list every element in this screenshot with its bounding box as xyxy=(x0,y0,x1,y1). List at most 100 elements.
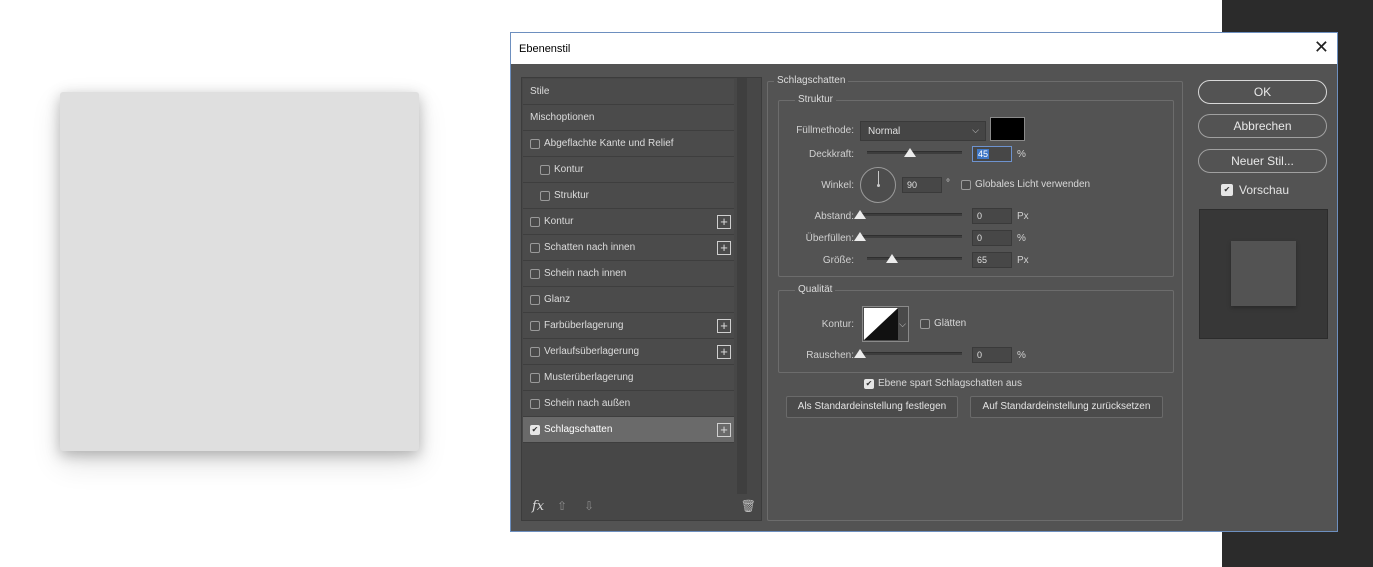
style-item-checkbox[interactable] xyxy=(540,190,550,201)
antialias-checkbox[interactable] xyxy=(920,318,930,329)
style-item-checkbox[interactable] xyxy=(530,294,540,305)
reset-default-button[interactable]: Auf Standardeinstellung zurücksetzen xyxy=(970,396,1163,418)
shadow-color-swatch[interactable] xyxy=(990,117,1025,141)
fx-icon[interactable]: fx xyxy=(532,499,544,514)
angle-dial[interactable] xyxy=(860,167,896,203)
style-item-checkbox[interactable]: ✔ xyxy=(530,424,540,435)
style-item-checkbox[interactable] xyxy=(530,242,540,253)
spread-value: 0 xyxy=(977,233,983,243)
style-item[interactable]: Farbüberlagerung + xyxy=(523,313,734,339)
opacity-value: 45 xyxy=(977,149,990,159)
trash-icon[interactable]: 🗑 xyxy=(741,499,756,513)
ok-button[interactable]: OK xyxy=(1198,80,1327,104)
make-default-button[interactable]: Als Standardeinstellung festlegen xyxy=(786,396,958,418)
size-slider[interactable] xyxy=(867,254,962,264)
style-item-label: Glanz xyxy=(544,294,571,305)
style-item[interactable]: Schein nach innen xyxy=(523,261,734,287)
style-item-label: Kontur xyxy=(544,216,574,227)
style-item-label: Verlaufsüberlagerung xyxy=(544,346,640,357)
style-item[interactable]: Stile xyxy=(523,79,734,105)
add-instance-icon[interactable]: + xyxy=(717,215,731,229)
distance-slider-thumb[interactable] xyxy=(854,210,866,219)
style-item-checkbox[interactable] xyxy=(540,164,550,175)
style-item-label: Schein nach innen xyxy=(544,268,627,279)
spread-slider-track xyxy=(860,235,962,238)
quality-title: Qualität xyxy=(795,284,836,295)
style-item-checkbox[interactable] xyxy=(530,346,540,357)
style-item[interactable]: ✔ Schlagschatten + xyxy=(523,417,734,443)
style-item-checkbox[interactable] xyxy=(530,216,540,227)
size-input[interactable]: 65 xyxy=(972,252,1012,268)
knockout-label: Ebene spart Schlagschatten aus xyxy=(878,378,1022,389)
style-item-label: Struktur xyxy=(554,190,590,201)
style-item[interactable]: Mischoptionen xyxy=(523,105,734,131)
style-item[interactable]: Verlaufsüberlagerung + xyxy=(523,339,734,365)
global-light-checkbox[interactable] xyxy=(961,179,971,190)
opacity-slider[interactable] xyxy=(867,148,962,158)
new-style-button[interactable]: Neuer Stil... xyxy=(1198,149,1327,173)
style-item[interactable]: Musterüberlagerung xyxy=(523,365,734,391)
structure-title: Struktur xyxy=(795,94,837,105)
noise-input[interactable]: 0 xyxy=(972,347,1012,363)
styles-list-scrollbar[interactable] xyxy=(737,78,747,494)
style-item-checkbox[interactable] xyxy=(530,268,540,279)
angle-input[interactable]: 90 xyxy=(902,177,942,193)
distance-unit: Px xyxy=(1017,211,1029,222)
antialias-option[interactable]: Glätten xyxy=(920,318,966,329)
noise-slider[interactable] xyxy=(854,349,962,359)
style-item-checkbox[interactable] xyxy=(530,320,540,331)
dialog-title: Ebenenstil xyxy=(519,43,571,55)
blend-mode-select[interactable]: Normal ⌵ xyxy=(860,121,986,141)
move-up-icon[interactable]: ⇧ xyxy=(557,499,567,513)
close-icon[interactable]: ✕ xyxy=(1314,38,1329,56)
spread-slider-thumb[interactable] xyxy=(854,232,866,241)
styles-list: Stile Mischoptionen Abgeflachte Kante und … xyxy=(523,79,734,443)
noise-unit: % xyxy=(1017,350,1026,361)
style-item[interactable]: Schatten nach innen + xyxy=(523,235,734,261)
style-item[interactable]: Struktur xyxy=(523,183,734,209)
structure-group: Struktur Füllmethode: Normal ⌵ Deckkraft… xyxy=(778,94,1174,277)
style-item-label: Schlagschatten xyxy=(544,424,613,435)
style-item-label: Abgeflachte Kante und Relief xyxy=(544,138,674,149)
distance-slider[interactable] xyxy=(854,210,962,220)
style-item[interactable]: Glanz xyxy=(523,287,734,313)
antialias-label: Glätten xyxy=(934,318,967,329)
blend-mode-value: Normal xyxy=(868,126,901,137)
style-item[interactable]: Abgeflachte Kante und Relief xyxy=(523,131,734,157)
style-item-label: Farbüberlagerung xyxy=(544,320,624,331)
knockout-option[interactable]: ✔ Ebene spart Schlagschatten aus xyxy=(864,378,1022,389)
drop-shadow-panel: Schlagschatten Struktur Füllmethode: Nor… xyxy=(767,75,1183,521)
knockout-checkbox[interactable]: ✔ xyxy=(864,378,874,389)
size-slider-thumb[interactable] xyxy=(885,254,898,263)
preview-option[interactable]: ✔ Vorschau xyxy=(1221,183,1289,197)
quality-group: Qualität Kontur: ⌵ Glätten Rauschen: 0 % xyxy=(778,284,1174,373)
move-down-icon[interactable]: ⇩ xyxy=(584,499,594,513)
style-item[interactable]: Kontur xyxy=(523,157,734,183)
preview-checkbox[interactable]: ✔ xyxy=(1221,184,1233,196)
style-item-checkbox[interactable] xyxy=(530,138,540,149)
distance-input[interactable]: 0 xyxy=(972,208,1012,224)
distance-slider-track xyxy=(860,213,962,216)
style-item-checkbox[interactable] xyxy=(530,398,540,409)
style-item[interactable]: Schein nach außen xyxy=(523,391,734,417)
noise-value: 0 xyxy=(977,350,983,360)
style-item-checkbox[interactable] xyxy=(530,372,540,383)
noise-slider-thumb[interactable] xyxy=(854,349,866,358)
add-instance-icon[interactable]: + xyxy=(717,319,731,333)
style-item[interactable]: Kontur + xyxy=(523,209,734,235)
dialog-titlebar: Ebenenstil ✕ xyxy=(511,33,1337,64)
spread-input[interactable]: 0 xyxy=(972,230,1012,246)
spread-slider[interactable] xyxy=(854,232,962,242)
opacity-input[interactable]: 45 xyxy=(972,146,1012,162)
cancel-button[interactable]: Abbrechen xyxy=(1198,114,1327,138)
add-instance-icon[interactable]: + xyxy=(717,345,731,359)
contour-picker[interactable]: ⌵ xyxy=(862,306,909,342)
spread-unit: % xyxy=(1017,233,1026,244)
opacity-unit: % xyxy=(1017,149,1026,160)
noise-label: Rauschen: xyxy=(806,350,854,361)
style-item-label: Schein nach außen xyxy=(544,398,631,409)
opacity-slider-thumb[interactable] xyxy=(903,148,916,157)
add-instance-icon[interactable]: + xyxy=(717,241,731,255)
add-instance-icon[interactable]: + xyxy=(717,423,731,437)
global-light-option[interactable]: Globales Licht verwenden xyxy=(961,179,1090,190)
